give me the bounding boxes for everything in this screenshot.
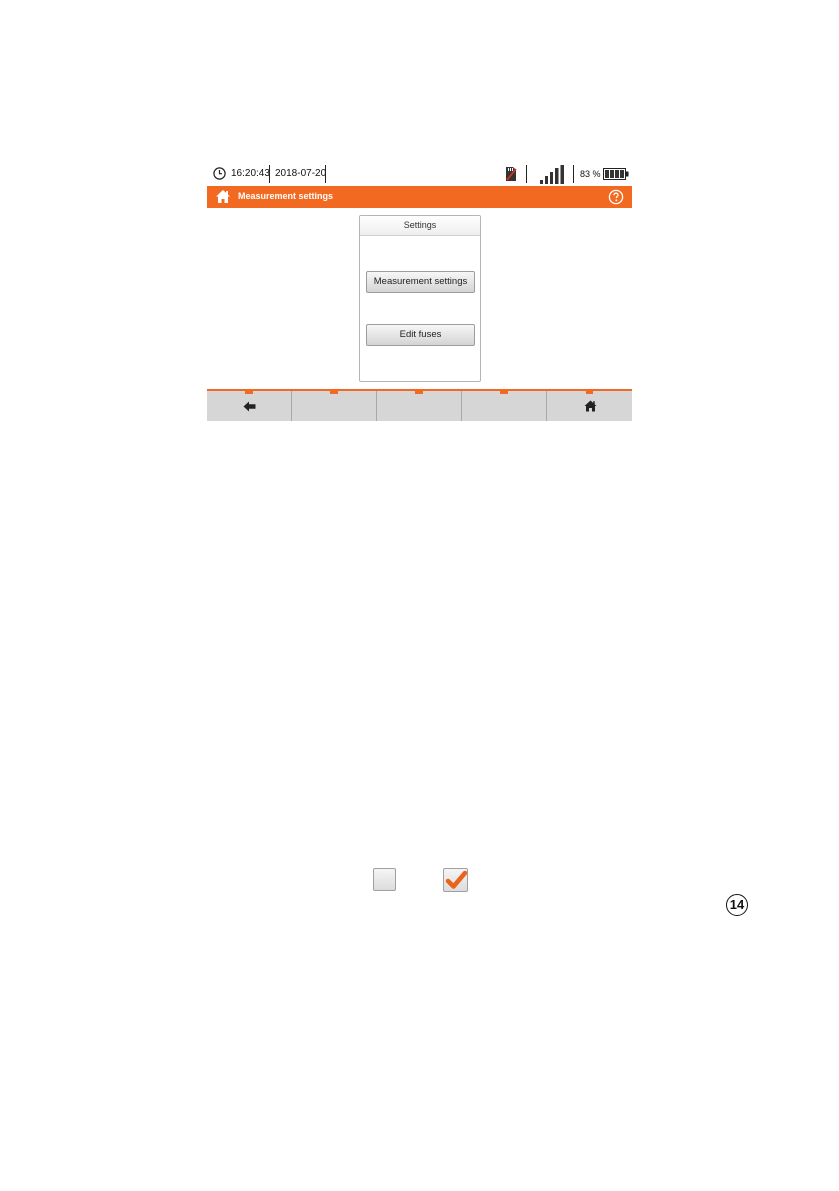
- callout-number: 14: [726, 894, 748, 916]
- measurement-settings-button[interactable]: Measurement settings: [366, 271, 475, 293]
- function-key-3[interactable]: [377, 391, 462, 421]
- settings-panel: Settings Measurement settings Edit fuses: [359, 215, 481, 382]
- time: 16:20:43: [231, 168, 270, 179]
- checkmark-icon: [445, 870, 467, 889]
- battery-percent: 83 %: [580, 169, 601, 179]
- checkbox-checked[interactable]: [443, 868, 468, 892]
- divider: [526, 165, 527, 183]
- help-icon[interactable]: [608, 189, 624, 205]
- function-key-2[interactable]: [292, 391, 377, 421]
- function-key-bar: [207, 389, 632, 421]
- edit-fuses-button[interactable]: Edit fuses: [366, 324, 475, 346]
- back-arrow-icon: [243, 401, 256, 412]
- function-key-4[interactable]: [462, 391, 547, 421]
- home-key[interactable]: [547, 391, 632, 421]
- divider: [573, 165, 574, 183]
- checkbox-unchecked[interactable]: [373, 868, 396, 891]
- sd-card-icon: [506, 167, 517, 181]
- device-screen: 16:20:43 2018-07-20 83 % Measurement set…: [207, 162, 632, 421]
- signal-icon: [540, 165, 564, 184]
- divider: [325, 165, 326, 183]
- back-key[interactable]: [207, 391, 292, 421]
- status-bar: 16:20:43 2018-07-20 83 %: [207, 162, 632, 186]
- divider: [269, 165, 270, 183]
- home-icon: [584, 400, 597, 412]
- date: 2018-07-20: [275, 168, 327, 179]
- panel-title: Settings: [360, 216, 480, 236]
- battery-icon: [603, 168, 629, 180]
- clock-icon: [213, 167, 226, 180]
- title-bar: Measurement settings: [207, 186, 632, 208]
- page-title: Measurement settings: [238, 191, 334, 201]
- home-icon[interactable]: [215, 189, 231, 204]
